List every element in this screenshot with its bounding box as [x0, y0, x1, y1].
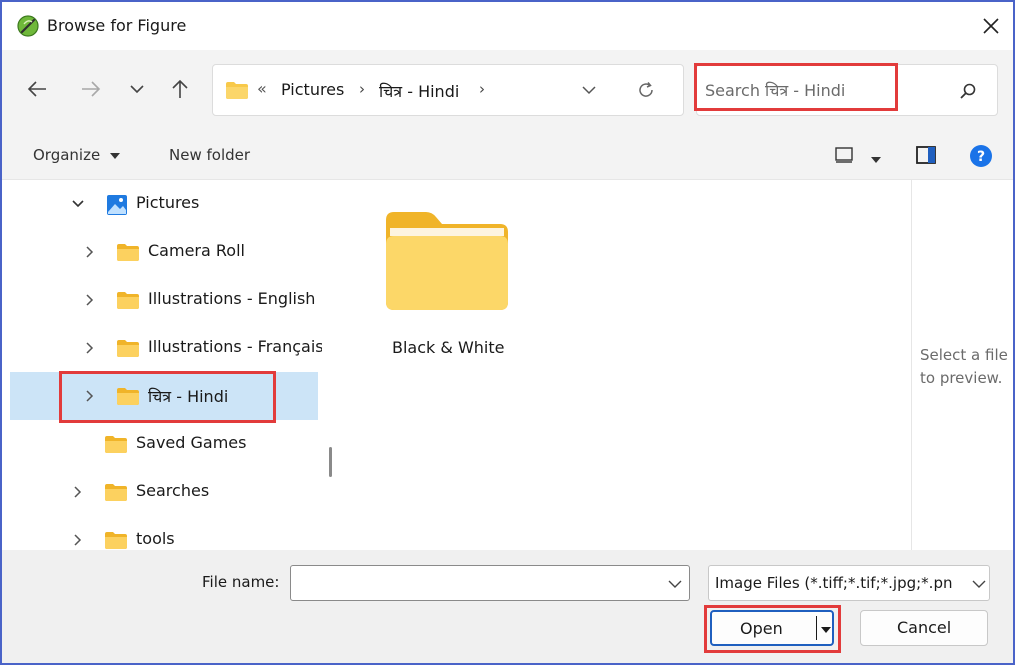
breadcrumb-separator-icon[interactable]: ›	[479, 80, 485, 98]
tree-item-label: Pictures	[136, 193, 200, 212]
folder-icon	[104, 482, 128, 506]
refresh-icon	[639, 82, 653, 97]
folder-icon	[116, 386, 140, 410]
tree-item-tools[interactable]: tools	[2, 516, 320, 550]
command-toolbar: Organize New folder ?	[2, 134, 1013, 180]
folder-icon	[225, 80, 249, 104]
tree-item-camera-roll[interactable]: Camera Roll	[2, 228, 320, 276]
organize-menu[interactable]: Organize	[33, 146, 121, 164]
cancel-label: Cancel	[897, 618, 952, 637]
caret-down-icon	[871, 157, 881, 163]
organize-label: Organize	[33, 146, 101, 164]
chevron-right-icon[interactable]	[70, 484, 86, 500]
title-bar: Browse for Figure	[2, 2, 1013, 50]
caret-down-icon	[109, 153, 120, 159]
forward-button[interactable]	[76, 74, 106, 104]
chevron-down-icon[interactable]	[971, 576, 987, 594]
close-button[interactable]	[973, 8, 1009, 44]
tree-item-label: Camera Roll	[148, 241, 245, 260]
svg-text:?: ?	[977, 149, 985, 165]
folder-icon	[116, 290, 140, 314]
file-type-select[interactable]: Image Files (*.tiff;*.tif;*.jpg;*.pn	[708, 565, 990, 601]
folder-icon	[382, 206, 512, 316]
tree-item-label: चित्र - Hindi	[148, 387, 229, 406]
tree-item-pictures[interactable]: Pictures	[2, 180, 320, 228]
tree-item-illustrations-francais[interactable]: Illustrations - Français	[2, 324, 322, 372]
file-list: Black & White	[344, 180, 910, 550]
folder-icon	[104, 530, 128, 550]
tree-item-hindi[interactable]: चित्र - Hindi	[10, 372, 318, 420]
preview-pane-button[interactable]	[915, 145, 937, 169]
file-type-value: Image Files (*.tiff;*.tif;*.jpg;*.pn	[715, 574, 953, 592]
help-icon: ?	[970, 145, 992, 167]
chevron-down-icon	[130, 85, 144, 94]
search-icon[interactable]	[959, 82, 977, 104]
breadcrumb-separator-icon[interactable]: ›	[359, 80, 365, 98]
file-name-combobox[interactable]	[290, 565, 690, 601]
tree-item-label: Illustrations - Français	[148, 337, 322, 356]
tree-item-label: Saved Games	[136, 433, 247, 452]
app-logo-icon	[17, 15, 39, 37]
chevron-right-icon[interactable]	[82, 388, 98, 404]
address-dropdown-button[interactable]	[581, 81, 601, 101]
tree-item-saved-games[interactable]: Saved Games	[2, 420, 320, 468]
address-bar[interactable]: « Pictures › चित्र - Hindi ›	[212, 64, 684, 116]
navigation-bar: « Pictures › चित्र - Hindi ›	[2, 50, 1013, 134]
breadcrumb-pictures[interactable]: Pictures	[281, 80, 344, 99]
window-title: Browse for Figure	[47, 16, 187, 35]
file-item-black-white[interactable]: Black & White	[382, 206, 522, 366]
view-options-button[interactable]	[870, 150, 882, 168]
preview-pane: Select a file to preview.	[911, 180, 1013, 550]
split-divider	[816, 616, 817, 640]
view-icon	[835, 147, 853, 163]
cancel-button[interactable]: Cancel	[860, 610, 988, 646]
preview-message: Select a file to preview.	[920, 346, 1008, 387]
breadcrumb-hindi[interactable]: चित्र - Hindi	[379, 80, 459, 102]
chevron-right-icon[interactable]	[70, 532, 86, 548]
search-input[interactable]	[705, 77, 945, 103]
tree-item-label: Searches	[136, 481, 210, 500]
tree-item-searches[interactable]: Searches	[2, 468, 320, 516]
file-name-label: File name:	[202, 573, 280, 591]
open-button[interactable]: Open	[710, 610, 834, 646]
help-button[interactable]: ?	[969, 144, 993, 172]
navigation-scrollbar[interactable]	[329, 447, 332, 477]
close-icon	[983, 18, 999, 34]
file-name-input[interactable]	[297, 572, 657, 594]
arrow-up-icon	[172, 79, 188, 98]
dialog-footer: File name: Image Files (*.tiff;*.tif;*.j…	[2, 550, 1013, 663]
search-box[interactable]	[696, 64, 998, 116]
tree-item-label: Illustrations - English	[148, 289, 316, 308]
change-view-button[interactable]	[834, 145, 856, 169]
folder-icon	[116, 242, 140, 266]
open-label: Open	[740, 619, 783, 638]
overflow-chevron-icon[interactable]: «	[257, 79, 267, 98]
tree-item-illustrations-english[interactable]: Illustrations - English	[2, 276, 320, 324]
back-button[interactable]	[22, 74, 52, 104]
chevron-down-icon[interactable]	[667, 576, 683, 594]
chevron-right-icon[interactable]	[82, 244, 98, 260]
preview-pane-icon	[916, 146, 936, 164]
folder-icon	[116, 338, 140, 362]
navigation-pane: Pictures Camera Roll Illustrations - Eng…	[2, 180, 322, 550]
arrow-left-icon	[27, 81, 46, 97]
refresh-button[interactable]	[636, 80, 658, 102]
chevron-right-icon[interactable]	[82, 292, 98, 308]
chevron-right-icon[interactable]	[82, 340, 98, 356]
chevron-down-icon	[582, 86, 596, 95]
file-item-label: Black & White	[392, 338, 505, 357]
recent-locations-button[interactable]	[122, 74, 152, 104]
new-folder-button[interactable]: New folder	[169, 146, 250, 164]
arrow-right-icon	[82, 81, 101, 97]
pictures-icon	[106, 194, 128, 220]
tree-item-label: tools	[136, 529, 175, 548]
browse-for-figure-dialog: Browse for Figure « Pictures › चित्र - H…	[0, 0, 1015, 665]
up-button[interactable]	[165, 74, 195, 104]
open-options-arrow-icon[interactable]	[820, 621, 832, 639]
chevron-down-icon[interactable]	[70, 196, 86, 212]
folder-icon	[104, 434, 128, 458]
